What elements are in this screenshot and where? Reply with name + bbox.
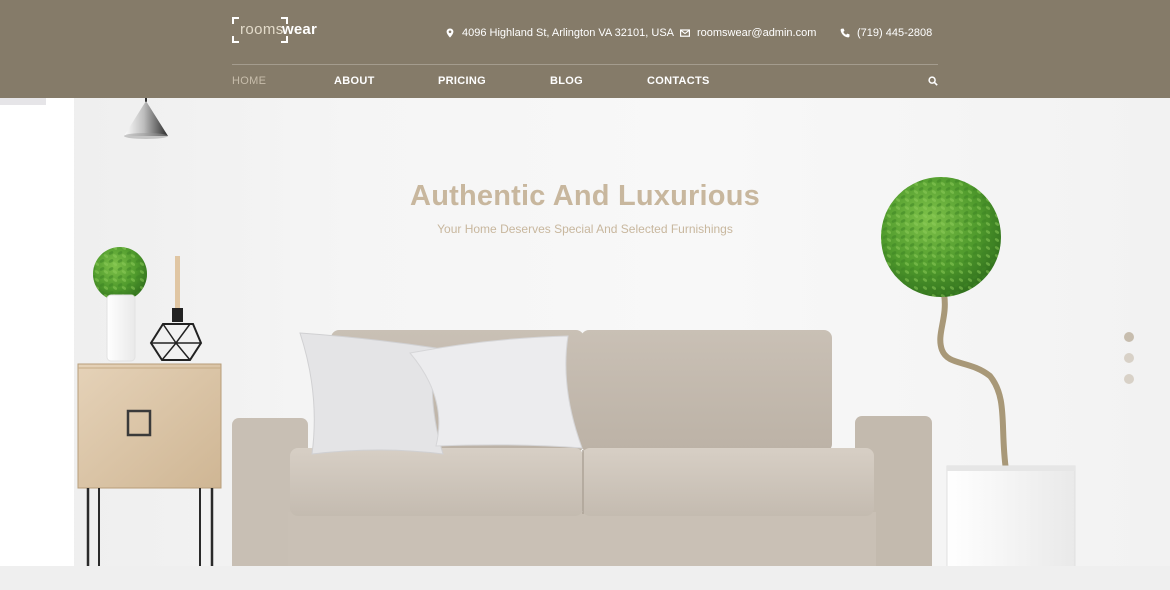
logo-text-rooms: rooms <box>240 21 284 38</box>
logo-bracket <box>232 17 239 24</box>
email-text[interactable]: roomswear@admin.com <box>697 27 816 39</box>
slider-dot-1[interactable] <box>1124 332 1134 342</box>
email-info[interactable]: roomswear@admin.com <box>680 26 816 40</box>
slider-dot-2[interactable] <box>1124 353 1134 363</box>
nav-home[interactable]: HOME <box>232 75 266 87</box>
floor <box>0 566 1170 590</box>
phone-info[interactable]: (719) 445-2808 <box>840 26 932 40</box>
logo-bracket <box>232 36 239 43</box>
hero-background-image <box>77 98 1076 582</box>
hero-subtitle: Your Home Deserves Special And Selected … <box>437 222 733 236</box>
search-icon[interactable] <box>928 76 938 86</box>
header-divider <box>232 64 938 65</box>
hero-section: Authentic And Luxurious Your Home Deserv… <box>0 98 1170 590</box>
hero-title: Authentic And Luxurious <box>410 180 760 212</box>
nav-blog[interactable]: BLOG <box>550 75 583 87</box>
small-topiary <box>93 247 147 362</box>
logo[interactable]: rooms wear <box>232 17 317 43</box>
sofa <box>232 330 932 582</box>
location-pin-icon <box>446 28 454 38</box>
slider-pagination <box>1124 332 1134 395</box>
nav-contacts[interactable]: CONTACTS <box>647 75 710 87</box>
slider-dot-3[interactable] <box>1124 374 1134 384</box>
phone-text[interactable]: (719) 445-2808 <box>857 27 932 39</box>
wood-side-cabinet <box>77 363 222 582</box>
site-header: rooms wear 4096 Highland St, Arlington V… <box>0 0 1170 98</box>
candle-holder <box>149 256 203 361</box>
address-info: 4096 Highland St, Arlington VA 32101, US… <box>445 26 674 40</box>
nav-about[interactable]: ABOUT <box>334 75 375 87</box>
pendant-lamp <box>124 98 168 139</box>
address-text: 4096 Highland St, Arlington VA 32101, US… <box>462 27 674 39</box>
logo-text-wear: wear <box>282 21 317 38</box>
nav-pricing[interactable]: PRICING <box>438 75 486 87</box>
envelope-icon <box>680 29 690 37</box>
phone-icon <box>840 28 850 38</box>
